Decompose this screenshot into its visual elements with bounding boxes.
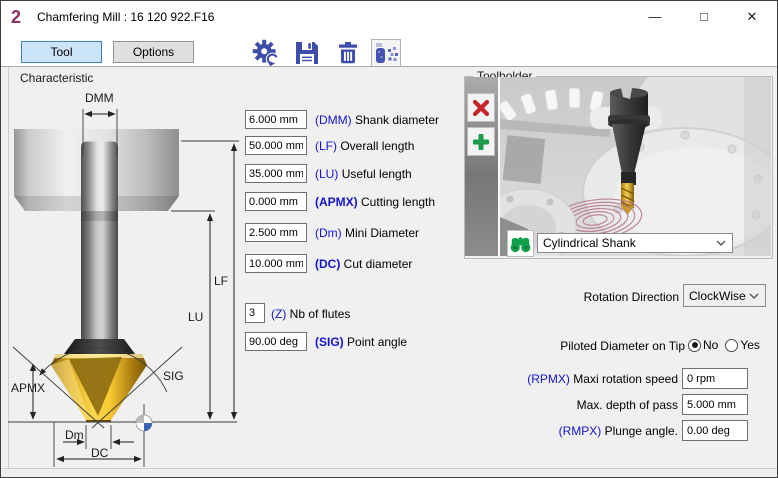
label-z: Nb of flutes [290,307,351,321]
binoculars-icon [510,235,531,253]
toolholder-group: Toolholder [464,76,773,259]
dim-label-lf: LF [214,274,228,288]
point-angle-label: (SIG) Point angle [315,335,407,349]
maxi-rotation-speed-label: (RPMX) Maxi rotation speed [461,372,678,386]
dim-label-dm: Dm [65,428,84,442]
label-rmpx: Plunge angle. [601,424,678,438]
code-lf: (LF) [315,139,337,153]
radio-no-label: No [703,338,718,352]
label-sig: Point angle [347,335,407,349]
maximize-button[interactable]: □ [687,3,721,30]
tool-editor-window: 2 Chamfering Mill : 16 120 922.F16 — □ ✕… [0,0,778,478]
label-lu: Useful length [342,167,412,181]
label-dc: Cut diameter [344,257,413,271]
add-toolholder-button[interactable] [467,127,495,156]
nb-flutes-input[interactable] [245,303,265,323]
shank-diameter-label: (DMM) Shank diameter [315,113,439,127]
dim-label-dmm: DMM [85,91,114,105]
rotation-direction-label: Rotation Direction [521,290,679,304]
save-button[interactable] [293,39,321,67]
max-depth-of-pass-label: Max. depth of pass [461,398,678,412]
label-rpmx: Maxi rotation speed [570,372,678,386]
remove-toolholder-button[interactable] [467,93,495,122]
rotation-direction-dropdown[interactable]: ClockWise [683,284,766,307]
shank-diameter-input[interactable] [245,110,307,129]
radio-no[interactable] [688,339,701,352]
overall-length-input[interactable] [245,136,307,155]
trash-icon [334,39,362,67]
plunge-angle-input[interactable] [682,420,748,441]
chips-simulation-icon [371,39,401,67]
chevron-down-icon [716,240,726,246]
piloted-diameter-label: Piloted Diameter on Tip [481,339,685,353]
toolholder-3d-preview[interactable] [500,77,771,256]
code-z: (Z) [271,307,286,321]
point-angle-input[interactable] [245,332,307,351]
app-logo-icon: 2 [11,6,33,28]
label-dmm: Shank diameter [355,113,439,127]
code-dm: (Dm) [315,226,342,240]
code-rmpx: (RMPX) [559,424,602,438]
dim-label-sig: SIG [163,369,184,383]
code-sig: (SIG) [315,335,344,349]
cutting-length-label: (APMX) Cutting length [315,195,435,209]
code-dmm: (DMM) [315,113,352,127]
gear-refresh-icon [252,39,280,67]
cut-diameter-input[interactable] [245,254,307,273]
code-apmx: (APMX) [315,195,358,209]
shank-type-value: Cylindrical Shank [543,236,636,250]
tab-tool[interactable]: Tool [21,41,102,63]
dim-label-dc: DC [91,446,108,460]
minimize-button[interactable]: — [638,3,672,30]
delete-tool-button[interactable] [334,39,362,67]
regenerate-gear-icon[interactable] [252,39,280,67]
chevron-down-icon [749,293,759,299]
label-apmx: Cutting length [361,195,435,209]
piloted-diameter-radios: No Yes [688,338,760,352]
rotation-direction-value: ClockWise [689,289,746,303]
green-plus-icon [471,132,491,152]
browse-toolholder-button[interactable] [507,230,534,257]
useful-length-label: (LU) Useful length [315,167,412,181]
radio-yes[interactable] [725,339,738,352]
code-lu: (LU) [315,167,338,181]
label-dm: Mini Diameter [345,226,419,240]
save-floppy-icon [293,39,321,67]
dim-label-apmx: APMX [11,381,45,395]
label-depth: Max. depth of pass [577,398,678,412]
tool-diagram: DMM LF LU APMX SIG Dm DC [1,86,251,471]
shank-type-dropdown[interactable]: Cylindrical Shank [537,233,733,253]
cutting-length-input[interactable] [245,192,307,211]
overall-length-label: (LF) Overall length [315,139,414,153]
toolbar-divider [1,66,778,67]
window-title: Chamfering Mill : 16 120 922.F16 [37,10,214,24]
mini-diameter-label: (Dm) Mini Diameter [315,226,419,240]
close-button[interactable]: ✕ [735,3,769,30]
red-x-icon [471,98,491,118]
dim-label-lu: LU [188,310,203,324]
useful-length-input[interactable] [245,164,307,183]
plunge-angle-label: (RMPX) Plunge angle. [461,424,678,438]
characteristic-section-title: Characteristic [20,71,93,85]
machining-scene-image [500,77,771,256]
code-rpmx: (RPMX) [527,372,570,386]
mini-diameter-input[interactable] [245,223,307,242]
max-depth-of-pass-input[interactable] [682,394,748,415]
label-lf: Overall length [340,139,414,153]
nb-flutes-label: (Z) Nb of flutes [271,307,350,321]
cut-diameter-label: (DC) Cut diameter [315,257,412,271]
maxi-rotation-speed-input[interactable] [682,368,748,389]
simulation-chips-button[interactable] [371,39,401,67]
code-dc: (DC) [315,257,340,271]
radio-yes-label: Yes [740,338,760,352]
tab-options[interactable]: Options [113,41,194,63]
